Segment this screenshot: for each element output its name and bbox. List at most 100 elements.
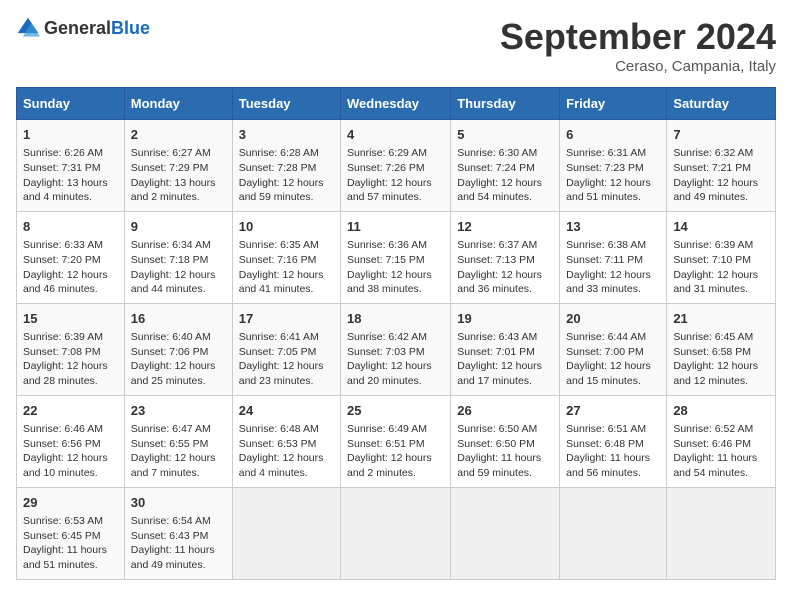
day-info: Sunrise: 6:26 AMSunset: 7:31 PMDaylight:… <box>23 146 118 205</box>
day-number: 23 <box>131 402 226 420</box>
day-number: 4 <box>347 126 444 144</box>
day-number: 21 <box>673 310 769 328</box>
calendar-cell: 4 Sunrise: 6:29 AMSunset: 7:26 PMDaylight… <box>341 120 451 212</box>
day-number: 13 <box>566 218 660 236</box>
calendar-header-saturday: Saturday <box>667 88 776 120</box>
day-info: Sunrise: 6:48 AMSunset: 6:53 PMDaylight:… <box>239 422 334 481</box>
calendar-cell: 28 Sunrise: 6:52 AMSunset: 6:46 PMDayligh… <box>667 395 776 487</box>
calendar-cell <box>232 487 340 579</box>
day-info: Sunrise: 6:54 AMSunset: 6:43 PMDaylight:… <box>131 514 226 573</box>
calendar-cell: 29Sunrise: 6:53 AMSunset: 6:45 PMDayligh… <box>17 487 125 579</box>
calendar-cell: 5Sunrise: 6:30 AMSunset: 7:24 PMDaylight… <box>451 120 560 212</box>
day-info: Sunrise: 6:33 AMSunset: 7:20 PMDaylight:… <box>23 238 118 297</box>
calendar-cell: 17 Sunrise: 6:41 AMSunset: 7:05 PMDayligh… <box>232 303 340 395</box>
calendar-cell: 10Sunrise: 6:35 AMSunset: 7:16 PMDayligh… <box>232 211 340 303</box>
calendar-cell: 15Sunrise: 6:39 AMSunset: 7:08 PMDayligh… <box>17 303 125 395</box>
logo-icon <box>16 16 40 40</box>
day-number: 2 <box>131 126 226 144</box>
calendar-cell: 6 Sunrise: 6:31 AMSunset: 7:23 PMDaylight… <box>560 120 667 212</box>
calendar-header-row: SundayMondayTuesdayWednesdayThursdayFrid… <box>17 88 776 120</box>
day-info: Sunrise: 6:29 AMSunset: 7:26 PMDaylight:… <box>347 146 444 205</box>
calendar-header-friday: Friday <box>560 88 667 120</box>
day-info: Sunrise: 6:39 AMSunset: 7:10 PMDaylight:… <box>673 238 769 297</box>
day-info: Sunrise: 6:28 AMSunset: 7:28 PMDaylight:… <box>239 146 334 205</box>
month-title: September 2024 <box>500 16 776 58</box>
logo-text-general: General <box>44 18 111 38</box>
calendar-cell: 2 Sunrise: 6:27 AMSunset: 7:29 PMDaylight… <box>124 120 232 212</box>
day-number: 9 <box>131 218 226 236</box>
day-info: Sunrise: 6:41 AMSunset: 7:05 PMDaylight:… <box>239 330 334 389</box>
page-header: GeneralBlue September 2024 Ceraso, Campa… <box>16 16 776 75</box>
day-number: 1 <box>23 126 118 144</box>
calendar-cell: 21 Sunrise: 6:45 AMSunset: 6:58 PMDayligh… <box>667 303 776 395</box>
day-number: 11 <box>347 218 444 236</box>
day-number: 15 <box>23 310 118 328</box>
calendar-cell: 24 Sunrise: 6:48 AMSunset: 6:53 PMDayligh… <box>232 395 340 487</box>
day-number: 30 <box>131 494 226 512</box>
calendar-cell <box>341 487 451 579</box>
day-number: 28 <box>673 402 769 420</box>
day-info: Sunrise: 6:27 AMSunset: 7:29 PMDaylight:… <box>131 146 226 205</box>
calendar-cell: 13 Sunrise: 6:38 AMSunset: 7:11 PMDayligh… <box>560 211 667 303</box>
day-info: Sunrise: 6:52 AMSunset: 6:46 PMDaylight:… <box>673 422 769 481</box>
day-number: 7 <box>673 126 769 144</box>
calendar-header-wednesday: Wednesday <box>341 88 451 120</box>
day-number: 25 <box>347 402 444 420</box>
day-number: 22 <box>23 402 118 420</box>
day-info: Sunrise: 6:43 AMSunset: 7:01 PMDaylight:… <box>457 330 553 389</box>
calendar-header-sunday: Sunday <box>17 88 125 120</box>
day-number: 6 <box>566 126 660 144</box>
day-info: Sunrise: 6:37 AMSunset: 7:13 PMDaylight:… <box>457 238 553 297</box>
day-info: Sunrise: 6:31 AMSunset: 7:23 PMDaylight:… <box>566 146 660 205</box>
calendar-header-tuesday: Tuesday <box>232 88 340 120</box>
day-info: Sunrise: 6:51 AMSunset: 6:48 PMDaylight:… <box>566 422 660 481</box>
day-number: 8 <box>23 218 118 236</box>
day-number: 26 <box>457 402 553 420</box>
day-info: Sunrise: 6:50 AMSunset: 6:50 PMDaylight:… <box>457 422 553 481</box>
calendar-cell: 19 Sunrise: 6:43 AMSunset: 7:01 PMDayligh… <box>451 303 560 395</box>
calendar-cell: 26 Sunrise: 6:50 AMSunset: 6:50 PMDayligh… <box>451 395 560 487</box>
day-info: Sunrise: 6:38 AMSunset: 7:11 PMDaylight:… <box>566 238 660 297</box>
day-info: Sunrise: 6:45 AMSunset: 6:58 PMDaylight:… <box>673 330 769 389</box>
day-number: 27 <box>566 402 660 420</box>
day-number: 3 <box>239 126 334 144</box>
calendar-cell: 3 Sunrise: 6:28 AMSunset: 7:28 PMDaylight… <box>232 120 340 212</box>
calendar-cell: 1 Sunrise: 6:26 AMSunset: 7:31 PMDaylight… <box>17 120 125 212</box>
day-number: 10 <box>239 218 334 236</box>
calendar-week-row: 15Sunrise: 6:39 AMSunset: 7:08 PMDayligh… <box>17 303 776 395</box>
day-info: Sunrise: 6:30 AMSunset: 7:24 PMDaylight:… <box>457 146 553 205</box>
day-info: Sunrise: 6:40 AMSunset: 7:06 PMDaylight:… <box>131 330 226 389</box>
calendar-header-thursday: Thursday <box>451 88 560 120</box>
day-info: Sunrise: 6:49 AMSunset: 6:51 PMDaylight:… <box>347 422 444 481</box>
day-number: 17 <box>239 310 334 328</box>
calendar-cell: 30 Sunrise: 6:54 AMSunset: 6:43 PMDayligh… <box>124 487 232 579</box>
logo: GeneralBlue <box>16 16 150 40</box>
title-block: September 2024 Ceraso, Campania, Italy <box>500 16 776 75</box>
logo-text-blue: Blue <box>111 18 150 38</box>
calendar-cell: 7Sunrise: 6:32 AMSunset: 7:21 PMDaylight… <box>667 120 776 212</box>
calendar-cell: 18Sunrise: 6:42 AMSunset: 7:03 PMDayligh… <box>341 303 451 395</box>
day-number: 19 <box>457 310 553 328</box>
day-number: 29 <box>23 494 118 512</box>
day-info: Sunrise: 6:47 AMSunset: 6:55 PMDaylight:… <box>131 422 226 481</box>
day-number: 16 <box>131 310 226 328</box>
calendar-week-row: 8 Sunrise: 6:33 AMSunset: 7:20 PMDaylight… <box>17 211 776 303</box>
day-info: Sunrise: 6:34 AMSunset: 7:18 PMDaylight:… <box>131 238 226 297</box>
calendar-cell: 11 Sunrise: 6:36 AMSunset: 7:15 PMDayligh… <box>341 211 451 303</box>
calendar-cell: 27 Sunrise: 6:51 AMSunset: 6:48 PMDayligh… <box>560 395 667 487</box>
calendar-cell: 14Sunrise: 6:39 AMSunset: 7:10 PMDayligh… <box>667 211 776 303</box>
calendar-week-row: 1 Sunrise: 6:26 AMSunset: 7:31 PMDaylight… <box>17 120 776 212</box>
calendar-cell: 9 Sunrise: 6:34 AMSunset: 7:18 PMDaylight… <box>124 211 232 303</box>
calendar-week-row: 29Sunrise: 6:53 AMSunset: 6:45 PMDayligh… <box>17 487 776 579</box>
day-number: 24 <box>239 402 334 420</box>
calendar-table: SundayMondayTuesdayWednesdayThursdayFrid… <box>16 87 776 580</box>
calendar-cell: 25 Sunrise: 6:49 AMSunset: 6:51 PMDayligh… <box>341 395 451 487</box>
day-info: Sunrise: 6:44 AMSunset: 7:00 PMDaylight:… <box>566 330 660 389</box>
calendar-cell: 12Sunrise: 6:37 AMSunset: 7:13 PMDayligh… <box>451 211 560 303</box>
calendar-cell: 20 Sunrise: 6:44 AMSunset: 7:00 PMDayligh… <box>560 303 667 395</box>
day-number: 20 <box>566 310 660 328</box>
calendar-header-monday: Monday <box>124 88 232 120</box>
day-info: Sunrise: 6:36 AMSunset: 7:15 PMDaylight:… <box>347 238 444 297</box>
calendar-cell: 8 Sunrise: 6:33 AMSunset: 7:20 PMDaylight… <box>17 211 125 303</box>
calendar-cell: 23 Sunrise: 6:47 AMSunset: 6:55 PMDayligh… <box>124 395 232 487</box>
